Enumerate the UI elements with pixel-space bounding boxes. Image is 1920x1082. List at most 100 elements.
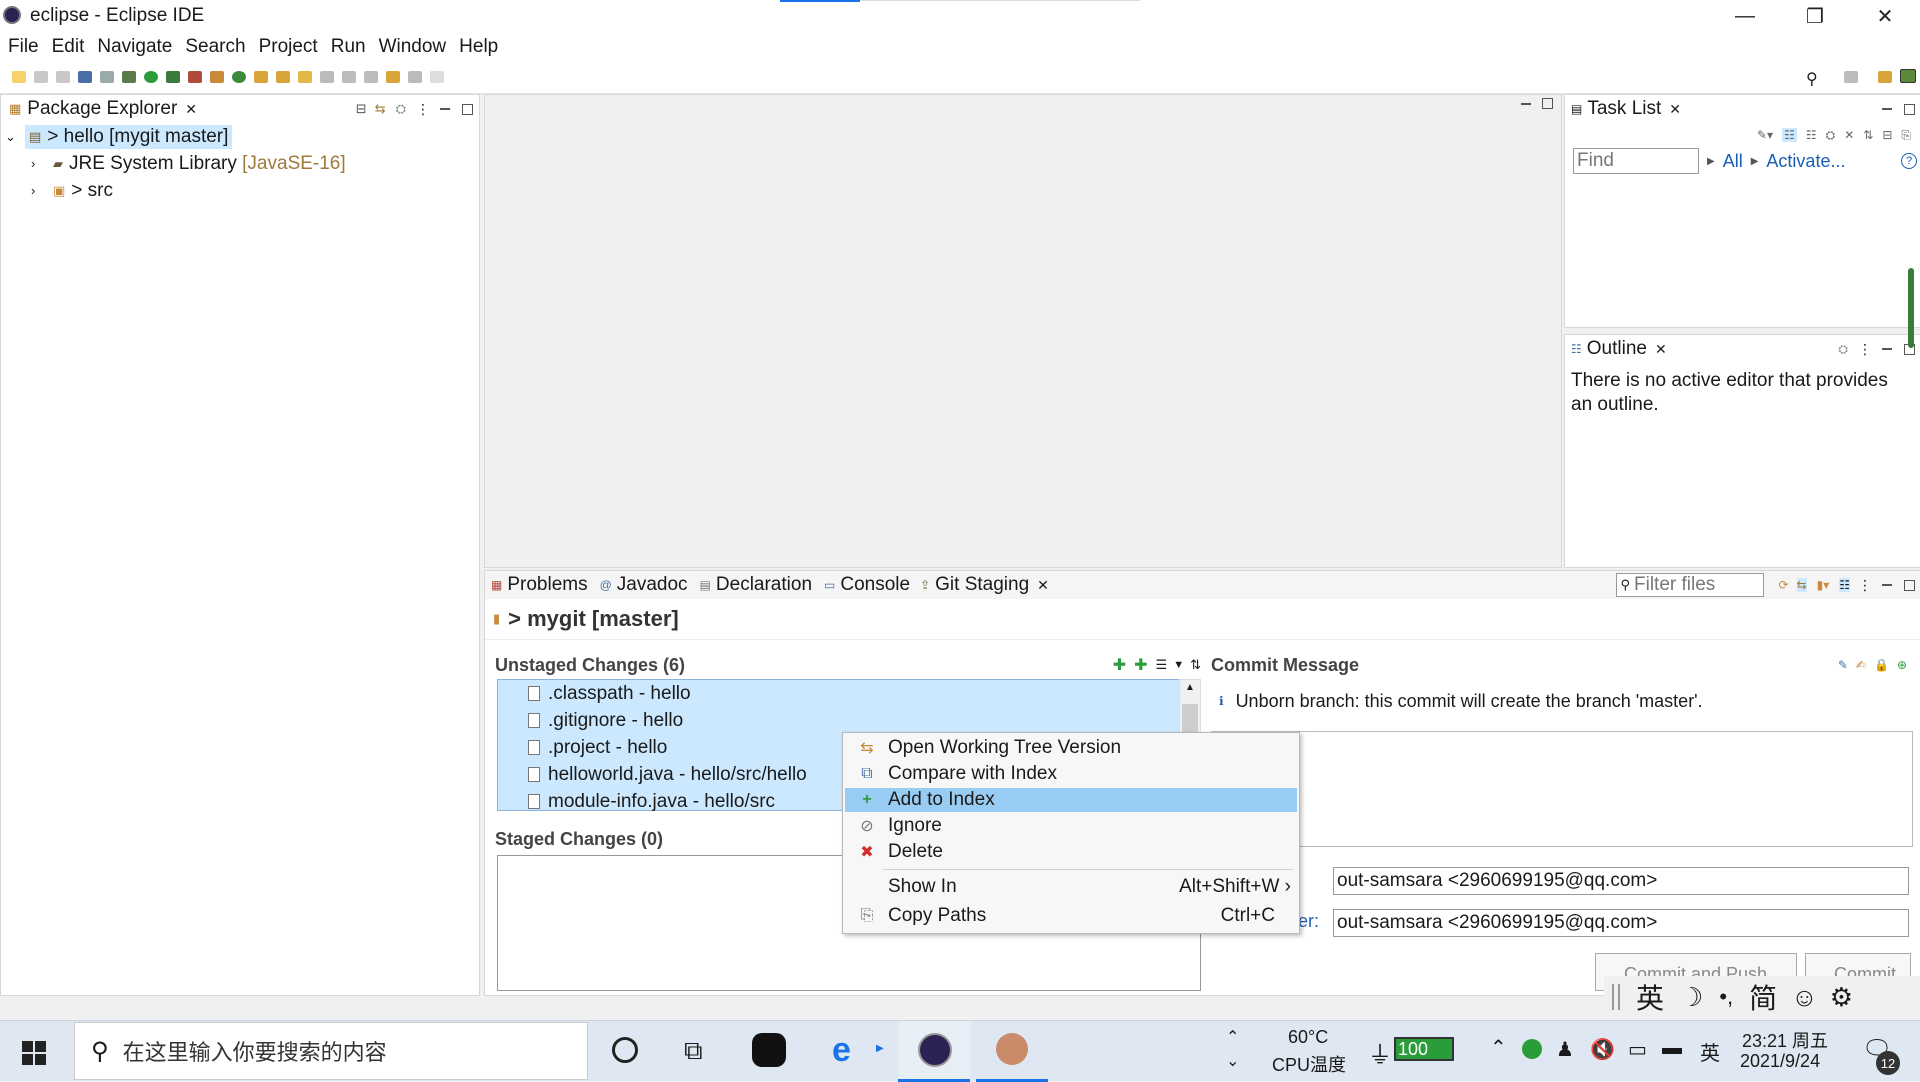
network-icon[interactable]: ▭ xyxy=(1628,1037,1647,1062)
tab-problems[interactable]: Problems xyxy=(507,574,587,596)
menu-file[interactable]: File xyxy=(8,36,39,58)
menu-item-open-working-tree[interactable]: ⇆ Open Working Tree Version xyxy=(845,736,1297,760)
debug-icon[interactable] xyxy=(122,71,136,83)
pin-editor-icon[interactable] xyxy=(430,71,444,83)
close-icon[interactable]: ✕ xyxy=(1655,341,1667,358)
taskbar-app-avatar-button[interactable] xyxy=(976,1021,1048,1082)
annotation-prev-icon[interactable] xyxy=(342,71,356,83)
tray-app-icon[interactable] xyxy=(1522,1039,1542,1059)
menu-item-compare-with-index[interactable]: ⧉ Compare with Index xyxy=(845,762,1297,786)
task-view-icon[interactable]: ⧉ xyxy=(684,1035,703,1067)
ie-browser-icon[interactable]: e xyxy=(832,1031,851,1070)
open-perspective-icon[interactable] xyxy=(1844,71,1858,83)
minimize-view-icon[interactable] xyxy=(1882,348,1892,350)
tab-javadoc[interactable]: Javadoc xyxy=(617,574,688,596)
chevron-up-icon[interactable]: ⌃ xyxy=(1490,1035,1507,1060)
annotation-icon[interactable] xyxy=(320,71,334,83)
save-all-icon[interactable] xyxy=(56,71,70,83)
focus-icon[interactable]: ⛭ xyxy=(1826,128,1836,143)
menu-search[interactable]: Search xyxy=(185,36,245,58)
tree-item-src[interactable]: › ▣ > src xyxy=(1,177,479,204)
sort-icon[interactable]: ⇅ xyxy=(1190,657,1201,673)
presentation-icon[interactable]: ☷ xyxy=(1839,578,1850,592)
repo-dropdown-icon[interactable]: ▮▾ xyxy=(1817,578,1830,592)
open-type-icon[interactable] xyxy=(254,71,268,83)
sync-icon[interactable]: ⇅ xyxy=(1863,128,1873,142)
tab-outline[interactable]: Outline xyxy=(1587,338,1647,360)
coverage-icon[interactable] xyxy=(166,71,180,83)
maximize-view-icon[interactable] xyxy=(462,103,473,115)
tab-task-list[interactable]: Task List xyxy=(1587,98,1661,120)
collapse-icon[interactable]: ⊟ xyxy=(1882,128,1892,142)
tab-package-explorer[interactable]: Package Explorer xyxy=(27,98,177,120)
tab-git-staging[interactable]: Git Staging xyxy=(935,574,1029,596)
clock-time[interactable]: 23:21 周五 xyxy=(1742,1027,1828,1053)
unstaged-file-gitignore[interactable]: .gitignore - hello xyxy=(498,707,1180,734)
new-icon[interactable] xyxy=(12,71,26,83)
minimize-editor-icon[interactable] xyxy=(1521,103,1531,105)
menu-item-show-in[interactable]: Show In Alt+Shift+W › xyxy=(845,875,1297,899)
new-java-package-icon[interactable] xyxy=(210,71,224,83)
ime-punct-icon[interactable]: •, xyxy=(1719,984,1733,1010)
git-perspective-icon[interactable] xyxy=(1900,69,1916,83)
gpg-sign-icon[interactable]: 🔒 xyxy=(1874,658,1889,672)
minimize-view-icon[interactable] xyxy=(1882,108,1892,110)
ime-settings-icon[interactable]: ⚙ xyxy=(1830,982,1853,1013)
qq-icon[interactable]: ♟ xyxy=(1556,1037,1574,1062)
chevron-up-icon[interactable]: ▲ xyxy=(1185,682,1195,693)
committer-field[interactable]: out-samsara <2960699195@qq.com> xyxy=(1333,909,1909,937)
menu-item-ignore[interactable]: ⊘ Ignore xyxy=(845,814,1297,838)
menu-edit[interactable]: Edit xyxy=(52,36,85,58)
all-link[interactable]: All xyxy=(1723,151,1743,172)
search-tool-icon[interactable] xyxy=(298,71,312,83)
minimize-view-icon[interactable] xyxy=(1882,584,1892,586)
view-menu-icon[interactable]: ⋮ xyxy=(1858,577,1872,594)
close-icon[interactable]: ✕ xyxy=(1037,577,1049,594)
cortana-icon[interactable] xyxy=(612,1037,638,1063)
unstaged-file-classpath[interactable]: .classpath - hello xyxy=(498,680,1180,707)
scheduled-icon[interactable]: ☷ xyxy=(1806,128,1817,142)
add-selected-icon[interactable]: ✚ xyxy=(1113,655,1126,675)
menu-item-delete[interactable]: ✖ Delete xyxy=(845,840,1297,864)
tab-declaration[interactable]: Declaration xyxy=(716,574,812,596)
author-field[interactable]: out-samsara <2960699195@qq.com> xyxy=(1333,867,1909,895)
filters-icon[interactable]: ⛭ xyxy=(1838,342,1848,357)
java-perspective-icon[interactable] xyxy=(1878,71,1892,83)
close-button[interactable]: ✕ xyxy=(1850,0,1920,33)
menu-project[interactable]: Project xyxy=(259,36,318,58)
menu-item-copy-paths[interactable]: ⎘ Copy Paths Ctrl+C xyxy=(845,904,1297,928)
ime-moon-icon[interactable]: ☽ xyxy=(1680,982,1703,1013)
taskbar-search-box[interactable]: ⚲ 在这里输入你要搜索的内容 xyxy=(74,1022,588,1080)
ime-drag-handle[interactable] xyxy=(1612,984,1620,1010)
amend-icon[interactable]: ⊕ xyxy=(1897,658,1907,672)
windows-start-icon[interactable] xyxy=(22,1041,46,1065)
tab-console[interactable]: Console xyxy=(840,574,910,596)
find-input[interactable]: Find xyxy=(1573,148,1699,174)
categorized-icon[interactable]: ☷ xyxy=(1782,128,1797,142)
skip-breakpoints-icon[interactable] xyxy=(100,71,114,83)
clock-date[interactable]: 2021/9/24 xyxy=(1740,1051,1820,1072)
minimize-view-icon[interactable] xyxy=(440,108,450,110)
tree-item-project[interactable]: ⌄ ▤ > hello [mygit master] xyxy=(1,123,479,150)
link-with-editor-icon[interactable]: ⇆ xyxy=(375,101,386,117)
open-task-icon[interactable] xyxy=(276,71,290,83)
collapse-all-icon[interactable]: ⊟ xyxy=(356,101,367,117)
last-edit-icon[interactable] xyxy=(364,71,378,83)
input-language-indicator[interactable]: 英 xyxy=(1700,1037,1720,1066)
taskbar-app-icon[interactable] xyxy=(752,1033,786,1067)
chevron-up-icon[interactable]: ⌃ xyxy=(1226,1027,1239,1047)
add-all-icon[interactable]: ✚ xyxy=(1134,655,1147,675)
chevron-down-icon[interactable]: ⌄ xyxy=(1226,1051,1239,1071)
commit-message-textarea[interactable] xyxy=(1211,731,1913,847)
refresh-icon[interactable]: ⟳ xyxy=(1778,578,1788,592)
save-icon[interactable] xyxy=(34,71,48,83)
eclipse-taskbar-button[interactable] xyxy=(898,1021,970,1082)
menu-run[interactable]: Run xyxy=(331,36,366,58)
close-icon[interactable]: ✕ xyxy=(185,101,197,118)
help-icon[interactable]: ? xyxy=(1901,153,1917,169)
ime-language-icon[interactable]: 英 xyxy=(1636,977,1664,1017)
back-icon[interactable] xyxy=(386,71,400,83)
battery-icon[interactable]: ▬ xyxy=(1662,1037,1682,1060)
view-menu-icon[interactable]: ⋮ xyxy=(1858,341,1872,358)
ime-emoji-icon[interactable]: ☺ xyxy=(1791,982,1818,1013)
